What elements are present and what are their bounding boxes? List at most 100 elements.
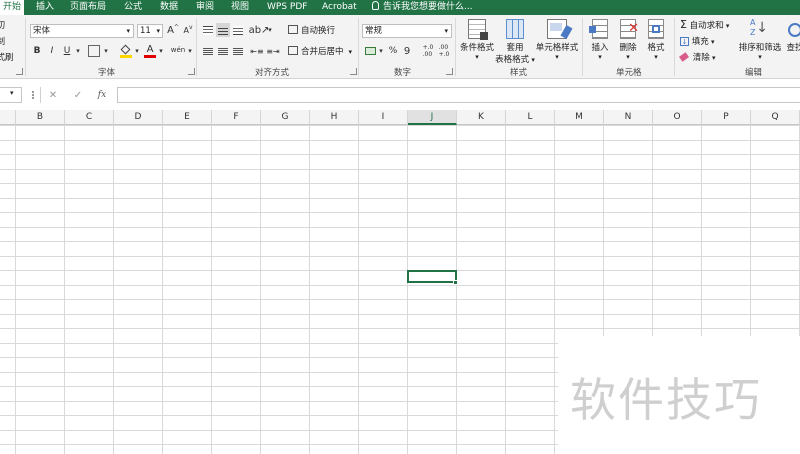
fill-handle[interactable] [453,280,458,285]
increase-decimal-button[interactable]: +.0 .00 [421,43,435,59]
percent-button[interactable]: % [387,44,399,58]
sort-filter-button[interactable]: A Z ↓ 排序和筛选 ▾ [738,19,782,62]
font-size-select[interactable]: 11 ▾ [137,24,163,38]
confirm-entry-icon[interactable]: ✓ [71,88,85,102]
column-header-i[interactable]: I [359,110,408,125]
borders-icon[interactable] [88,45,100,57]
autosum-button[interactable]: Σ 自动求和 ▾ [680,18,729,31]
active-cell[interactable] [407,270,457,283]
formula-input[interactable] [117,87,800,103]
tab-page-layout[interactable]: 页面布局 [70,0,106,15]
copy-button[interactable]: 复制 [0,35,5,47]
tab-insert[interactable]: 插入 [36,0,54,15]
tell-me-search[interactable]: 告诉我您想要做什么... [372,0,473,15]
grow-font-button[interactable]: A ^ [167,23,179,37]
column-header-o[interactable]: O [653,110,702,125]
align-top-icon[interactable] [201,23,215,37]
format-cells-button[interactable]: 格式 ▾ [643,19,669,61]
find-select-button[interactable]: 查找 [782,19,800,53]
delete-cells-button[interactable]: ✕ 删除 ▾ [615,19,641,61]
clear-button[interactable]: 清除 ▾ [679,51,716,63]
fill-color-icon[interactable] [119,44,133,58]
number-launcher-icon[interactable] [446,68,453,75]
chevron-down-icon: ▾ [555,53,559,61]
cut-button[interactable]: 剪切 [0,19,5,31]
align-bottom-icon[interactable] [231,23,245,37]
orientation-icon[interactable]: ab↗ [249,23,270,37]
tab-home[interactable]: 开始 [0,0,25,15]
increase-indent-icon[interactable]: ≡⇥ [266,44,280,58]
merge-center-button[interactable]: 合并后居中 ▾ [288,45,352,57]
tab-wps-pdf[interactable]: WPS PDF [267,0,307,15]
tab-data[interactable]: 数据 [160,0,178,15]
chevron-down-icon[interactable]: ▾ [377,44,385,58]
comma-style-button[interactable]: 9 [401,44,413,58]
align-right-icon[interactable] [231,44,245,58]
underline-button[interactable]: U [61,44,73,58]
tab-acrobat[interactable]: Acrobat [322,0,357,15]
italic-button[interactable]: I [46,44,58,58]
group-divider [25,18,26,76]
chevron-down-icon[interactable]: ▾ [186,44,194,58]
fill-label: 填充 [691,37,709,47]
conditional-formatting-button[interactable]: 条件格式 ▾ [457,19,497,61]
chevron-down-icon[interactable]: ▾ [74,44,82,58]
column-header-h[interactable]: H [310,110,359,125]
font-launcher-icon[interactable] [188,68,195,75]
clipboard-launcher-icon[interactable] [16,68,23,75]
phonetic-guide-icon[interactable]: wén [170,42,186,58]
conditional-formatting-icon [468,19,488,40]
cells-group-label: 单元格 [616,68,642,78]
bold-button[interactable]: B [31,44,43,58]
column-header-m[interactable]: M [555,110,604,125]
eraser-icon [679,52,689,62]
column-header-p[interactable]: P [702,110,751,125]
align-middle-icon[interactable] [216,23,230,37]
fill-button[interactable]: ↓ 填充 ▾ [680,35,714,47]
column-header-k[interactable]: K [457,110,506,125]
column-header-q[interactable]: Q [751,110,800,125]
column-header-f[interactable]: F [212,110,261,125]
format-painter-button[interactable]: 格式刷 [0,51,14,63]
column-header-g[interactable]: G [261,110,310,125]
column-header-j[interactable]: J [408,110,457,125]
chevron-down-icon: ▾ [156,27,160,35]
alignment-launcher-icon[interactable] [350,68,357,75]
column-header[interactable] [0,110,16,125]
column-header-n[interactable]: N [604,110,653,125]
format-as-table-button[interactable]: 套用 表格格式 ▾ [495,19,535,65]
editing-group-label: 编辑 [745,68,763,78]
wrap-text-button[interactable]: 自动换行 [288,24,335,36]
font-name-select[interactable]: 宋体 ▾ [30,24,134,38]
format-as-table-label-2: 表格格式 ▾ [495,55,535,65]
chevron-down-icon[interactable]: ▾ [133,44,141,58]
insert-cells-button[interactable]: 插入 ▾ [587,19,613,61]
tab-formulas[interactable]: 公式 [124,0,142,15]
cancel-entry-icon[interactable]: ✕ [46,88,60,102]
column-header-b[interactable]: B [16,110,65,125]
column-header-d[interactable]: D [114,110,163,125]
tab-view[interactable]: 视图 [231,0,249,15]
shrink-font-button[interactable]: Av [182,23,194,37]
font-group-label: 字体 [98,68,116,78]
font-color-icon[interactable]: A [143,44,157,58]
decrease-decimal-button[interactable]: .00 +.0 [437,43,451,59]
insert-function-icon[interactable]: fx [95,88,109,102]
number-format-select[interactable]: 常规 ▾ [362,24,452,38]
chevron-down-icon: ▾ [709,54,716,62]
name-box[interactable]: ▾ [0,87,22,103]
column-header-l[interactable]: L [506,110,555,125]
formula-bar-grip-icon [32,91,34,99]
chevron-down-icon[interactable]: ▾ [266,23,274,37]
chevron-down-icon[interactable]: ▾ [102,44,110,58]
chevron-down-icon[interactable]: ▾ [157,44,165,58]
decrease-indent-icon[interactable]: ⇤≡ [250,44,264,58]
tab-review[interactable]: 审阅 [196,0,214,15]
align-left-icon[interactable] [201,44,215,58]
currency-icon[interactable] [363,44,377,58]
column-header-c[interactable]: C [65,110,114,125]
align-center-icon[interactable] [216,44,230,58]
column-header-e[interactable]: E [163,110,212,125]
cell-styles-button[interactable]: 单元格样式 ▾ [535,19,579,61]
merge-cells-icon [288,46,298,55]
